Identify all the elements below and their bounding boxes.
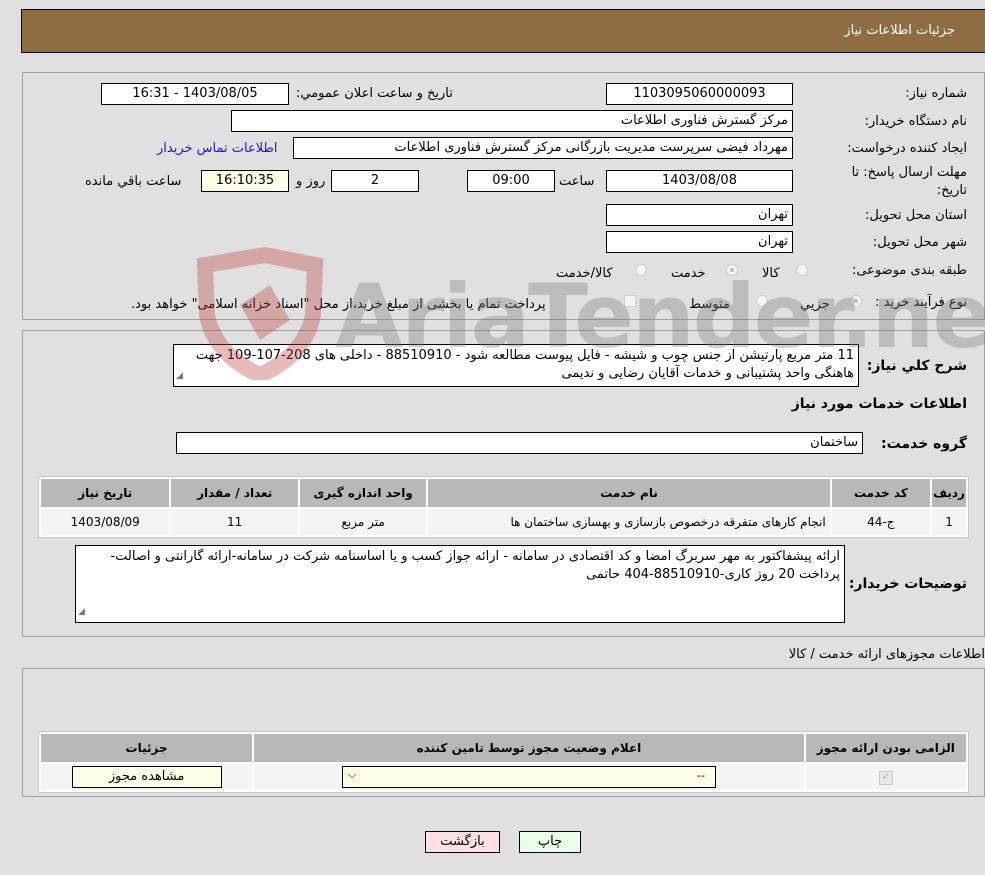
table-row: 1 ج-44 انجام کارهای متفرقه درخصوص بازساز… <box>41 509 966 535</box>
remaining-days-field: 2 <box>331 170 419 192</box>
process-medium-label: متوسط <box>689 297 730 312</box>
buyer-contact-link[interactable]: اطلاعات تماس خریدار <box>157 141 277 156</box>
deadline-time-label: ساعت <box>559 174 595 189</box>
remaining-time-field: 16:10:35 <box>201 170 289 192</box>
deadline-date-field: 1403/08/08 <box>606 170 793 192</box>
col-quantity: تعداد / مقدار <box>171 479 298 507</box>
category-service-label: خدمت <box>671 266 706 281</box>
cell-service-name: انجام کارهای متفرقه درخصوص بازسازی و بهس… <box>428 509 830 535</box>
chevron-down-icon: ⌵ <box>347 768 357 781</box>
description-label: شرح كلي نياز: <box>866 358 967 374</box>
permits-table-header: الزامی بودن ارائه مجوز اعلام وضعیت مجوز … <box>41 734 966 762</box>
permit-required-checkbox[interactable]: ✓ <box>878 771 893 785</box>
buyer-notes-text: ارائه پیشفاکتور به مهر سربرگ امضا و کد ا… <box>110 549 840 582</box>
need-number-label: شماره نیاز: <box>905 86 967 101</box>
back-button[interactable]: بازگشت <box>425 831 500 853</box>
page-title: جزئيات اطلاعات نياز <box>844 23 955 38</box>
services-heading: اطلاعات خدمات مورد نياز <box>791 396 967 412</box>
cell-service-code: ج-44 <box>831 509 931 535</box>
buyer-notes-label: توضیحات خریدار: <box>848 576 967 592</box>
process-label: نوع فرآیند خرید : <box>875 295 967 310</box>
requester-label: ایجاد کننده درخواست: <box>847 141 967 156</box>
print-button[interactable]: چاپ <box>519 831 581 853</box>
col-service-code: کد خدمت <box>831 479 931 507</box>
permits-heading: اطلاعات مجوزهای ارائه خدمت / کالا <box>788 647 985 662</box>
process-radio-medium[interactable] <box>756 295 768 307</box>
resize-grip-icon[interactable]: ◢ <box>176 367 183 385</box>
buyer-org-label: نام دستگاه خریدار: <box>864 114 967 129</box>
col-need-date: تاریخ نیاز <box>41 479 170 507</box>
category-goods-service-label: کالا/خدمت <box>556 266 613 281</box>
requester-field: مهرداد فیضی سرپرست مدیریت بازرگانی مرکز … <box>293 137 793 159</box>
days-label: روز و <box>296 174 326 189</box>
services-table-header: ردیف کد خدمت نام خدمت واحد اندازه گیری ت… <box>41 479 966 507</box>
col-permit-status: اعلام وضعیت مجوز توسط تامین کننده <box>254 734 804 762</box>
deadline-label-date: تاریخ: <box>936 183 967 198</box>
col-permit-required: الزامی بودن ارائه مجوز <box>805 734 966 762</box>
permits-table: الزامی بودن ارائه مجوز اعلام وضعیت مجوز … <box>38 731 969 793</box>
announce-datetime-field: 1403/08/05 - 16:31 <box>101 83 289 105</box>
table-row: ✓ -- ⌵ مشاهده مجوز <box>41 764 966 790</box>
permit-status-value: -- <box>696 769 705 782</box>
city-field: تهران <box>606 231 793 253</box>
cell-quantity: 11 <box>171 509 298 535</box>
cell-need-date: 1403/08/09 <box>41 509 170 535</box>
treasury-checkbox[interactable] <box>624 295 636 307</box>
category-radio-service[interactable] <box>726 264 738 276</box>
deadline-time-field: 09:00 <box>467 170 555 192</box>
view-permit-button[interactable]: مشاهده مجوز <box>71 766 222 788</box>
treasury-note: پرداخت تمام یا بخشی از مبلغ خرید،از محل … <box>131 297 546 312</box>
announce-label: تاریخ و ساعت اعلان عمومي: <box>296 86 453 101</box>
cell-unit: متر مربع <box>299 509 427 535</box>
services-table: ردیف کد خدمت نام خدمت واحد اندازه گیری ت… <box>38 476 969 538</box>
province-label: استان محل تحویل: <box>865 208 967 223</box>
description-field: 11 متر مربع پارتیشن از جنس چوب و شیشه - … <box>173 344 859 387</box>
page-header: جزئيات اطلاعات نياز <box>21 9 985 53</box>
cell-permit-status: -- ⌵ <box>254 764 804 790</box>
buyer-notes-field: ارائه پیشفاکتور به مهر سربرگ امضا و کد ا… <box>75 545 845 623</box>
col-service-name: نام خدمت <box>428 479 830 507</box>
deadline-label: مهلت ارسال پاسخ: تا <box>851 165 967 180</box>
need-number-field: 1103095060000093 <box>606 83 793 105</box>
province-field: تهران <box>606 204 793 226</box>
category-radio-goods[interactable] <box>796 264 808 276</box>
category-label: طبقه بندی موضوعی: <box>851 263 967 278</box>
category-goods-label: کالا <box>762 266 780 281</box>
remaining-label: ساعت باقي مانده <box>85 174 182 189</box>
buyer-org-field: مرکز گسترش فناوری اطلاعات <box>231 110 793 132</box>
permit-status-select[interactable]: -- ⌵ <box>341 766 716 788</box>
cell-permit-details: مشاهده مجوز <box>41 764 253 790</box>
category-radio-goods-service[interactable] <box>635 264 647 276</box>
process-minor-label: جزيي <box>800 297 830 312</box>
col-unit: واحد اندازه گیری <box>299 479 427 507</box>
resize-grip-icon[interactable]: ◢ <box>78 603 85 621</box>
city-label: شهر محل تحویل: <box>872 235 967 250</box>
cell-row: 1 <box>932 509 966 535</box>
col-row: ردیف <box>932 479 966 507</box>
cell-permit-required: ✓ <box>805 764 966 790</box>
process-radio-minor[interactable] <box>850 295 862 307</box>
service-group-field: ساختمان <box>176 432 863 454</box>
description-text: 11 متر مربع پارتیشن از جنس چوب و شیشه - … <box>195 348 854 381</box>
service-group-label: گروه خدمت: <box>881 436 967 452</box>
col-permit-details: جزئیات <box>41 734 253 762</box>
